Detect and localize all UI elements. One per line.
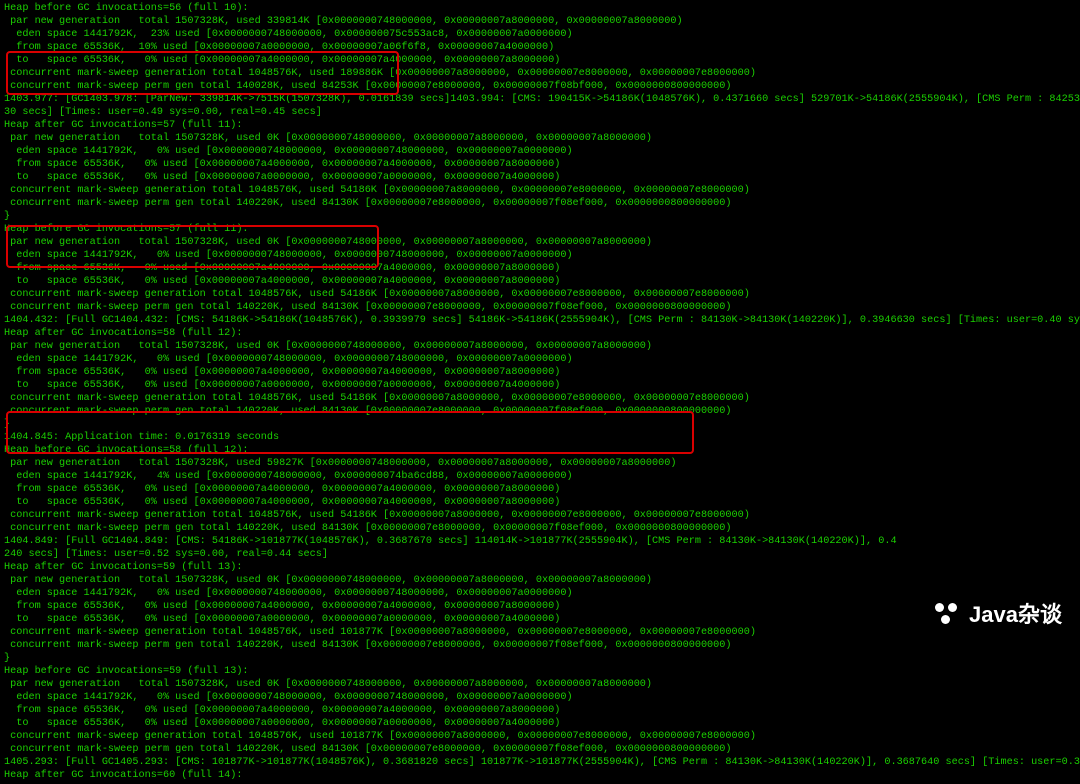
log-line: eden space 1441792K, 0% used [0x00000007… bbox=[4, 691, 1076, 704]
log-line: par new generation total 1507328K, used … bbox=[4, 340, 1076, 353]
wechat-icon bbox=[933, 601, 961, 627]
log-line: from space 65536K, 0% used [0x00000007a4… bbox=[4, 600, 1076, 613]
log-line: 1405.293: [Full GC1405.293: [CMS: 101877… bbox=[4, 756, 1076, 769]
log-line: Heap before GC invocations=56 (full 10): bbox=[4, 2, 1076, 15]
log-line: par new generation total 1507328K, used … bbox=[4, 236, 1076, 249]
log-line: from space 65536K, 0% used [0x00000007a4… bbox=[4, 366, 1076, 379]
log-line: 30 secs] [Times: user=0.49 sys=0.00, rea… bbox=[4, 106, 1076, 119]
log-line: concurrent mark-sweep perm gen total 140… bbox=[4, 80, 1076, 93]
log-line: to space 65536K, 0% used [0x00000007a400… bbox=[4, 54, 1076, 67]
terminal-output: Heap before GC invocations=56 (full 10):… bbox=[0, 0, 1080, 784]
log-line: to space 65536K, 0% used [0x00000007a000… bbox=[4, 717, 1076, 730]
log-line: from space 65536K, 0% used [0x00000007a4… bbox=[4, 262, 1076, 275]
log-line: par new generation total 1507328K, used … bbox=[4, 132, 1076, 145]
log-line: concurrent mark-sweep generation total 1… bbox=[4, 67, 1076, 80]
log-line: concurrent mark-sweep perm gen total 140… bbox=[4, 197, 1076, 210]
log-line: eden space 1441792K, 0% used [0x00000007… bbox=[4, 353, 1076, 366]
log-line: Heap after GC invocations=60 (full 14): bbox=[4, 769, 1076, 782]
log-line: 1404.432: [Full GC1404.432: [CMS: 54186K… bbox=[4, 314, 1076, 327]
log-line: eden space 1441792K, 0% used [0x00000007… bbox=[4, 249, 1076, 262]
log-line: 240 secs] [Times: user=0.52 sys=0.00, re… bbox=[4, 548, 1076, 561]
log-line: 1404.849: [Full GC1404.849: [CMS: 54186K… bbox=[4, 535, 1076, 548]
log-line: eden space 1441792K, 23% used [0x0000000… bbox=[4, 28, 1076, 41]
log-line: from space 65536K, 10% used [0x00000007a… bbox=[4, 41, 1076, 54]
log-line: eden space 1441792K, 0% used [0x00000007… bbox=[4, 145, 1076, 158]
log-line: Heap after GC invocations=59 (full 13): bbox=[4, 561, 1076, 574]
log-line: 1403.977: [GC1403.978: [ParNew: 339814K-… bbox=[4, 93, 1076, 106]
watermark: Java杂谈 bbox=[933, 601, 1062, 627]
log-line: from space 65536K, 0% used [0x00000007a4… bbox=[4, 483, 1076, 496]
log-line: from space 65536K, 0% used [0x00000007a4… bbox=[4, 158, 1076, 171]
watermark-text: Java杂谈 bbox=[969, 608, 1062, 621]
log-line: to space 65536K, 0% used [0x00000007a000… bbox=[4, 613, 1076, 626]
log-line: } bbox=[4, 652, 1076, 665]
log-line: to space 65536K, 0% used [0x00000007a400… bbox=[4, 275, 1076, 288]
log-line: from space 65536K, 0% used [0x00000007a4… bbox=[4, 704, 1076, 717]
log-line: par new generation total 1507328K, used … bbox=[4, 678, 1076, 691]
log-line: concurrent mark-sweep generation total 1… bbox=[4, 184, 1076, 197]
log-line: Heap after GC invocations=58 (full 12): bbox=[4, 327, 1076, 340]
log-line: concurrent mark-sweep generation total 1… bbox=[4, 392, 1076, 405]
log-line: } bbox=[4, 418, 1076, 431]
log-line: concurrent mark-sweep generation total 1… bbox=[4, 730, 1076, 743]
log-line: Heap after GC invocations=57 (full 11): bbox=[4, 119, 1076, 132]
log-line: Heap before GC invocations=57 (full 11): bbox=[4, 223, 1076, 236]
log-line: Heap before GC invocations=59 (full 13): bbox=[4, 665, 1076, 678]
log-line: to space 65536K, 0% used [0x00000007a000… bbox=[4, 171, 1076, 184]
log-line: eden space 1441792K, 0% used [0x00000007… bbox=[4, 587, 1076, 600]
log-line: concurrent mark-sweep perm gen total 140… bbox=[4, 743, 1076, 756]
log-line: Heap before GC invocations=58 (full 12): bbox=[4, 444, 1076, 457]
log-line: concurrent mark-sweep perm gen total 140… bbox=[4, 301, 1076, 314]
log-line: concurrent mark-sweep generation total 1… bbox=[4, 509, 1076, 522]
log-line: to space 65536K, 0% used [0x00000007a400… bbox=[4, 496, 1076, 509]
log-line: } bbox=[4, 210, 1076, 223]
log-line: eden space 1441792K, 4% used [0x00000007… bbox=[4, 470, 1076, 483]
log-line: to space 65536K, 0% used [0x00000007a000… bbox=[4, 379, 1076, 392]
log-line: concurrent mark-sweep perm gen total 140… bbox=[4, 522, 1076, 535]
log-line: concurrent mark-sweep generation total 1… bbox=[4, 288, 1076, 301]
log-line: concurrent mark-sweep generation total 1… bbox=[4, 626, 1076, 639]
log-line: concurrent mark-sweep perm gen total 140… bbox=[4, 405, 1076, 418]
log-line: par new generation total 1507328K, used … bbox=[4, 457, 1076, 470]
log-line: par new generation total 1507328K, used … bbox=[4, 574, 1076, 587]
log-line: 1404.845: Application time: 0.0176319 se… bbox=[4, 431, 1076, 444]
log-line: par new generation total 1507328K, used … bbox=[4, 15, 1076, 28]
